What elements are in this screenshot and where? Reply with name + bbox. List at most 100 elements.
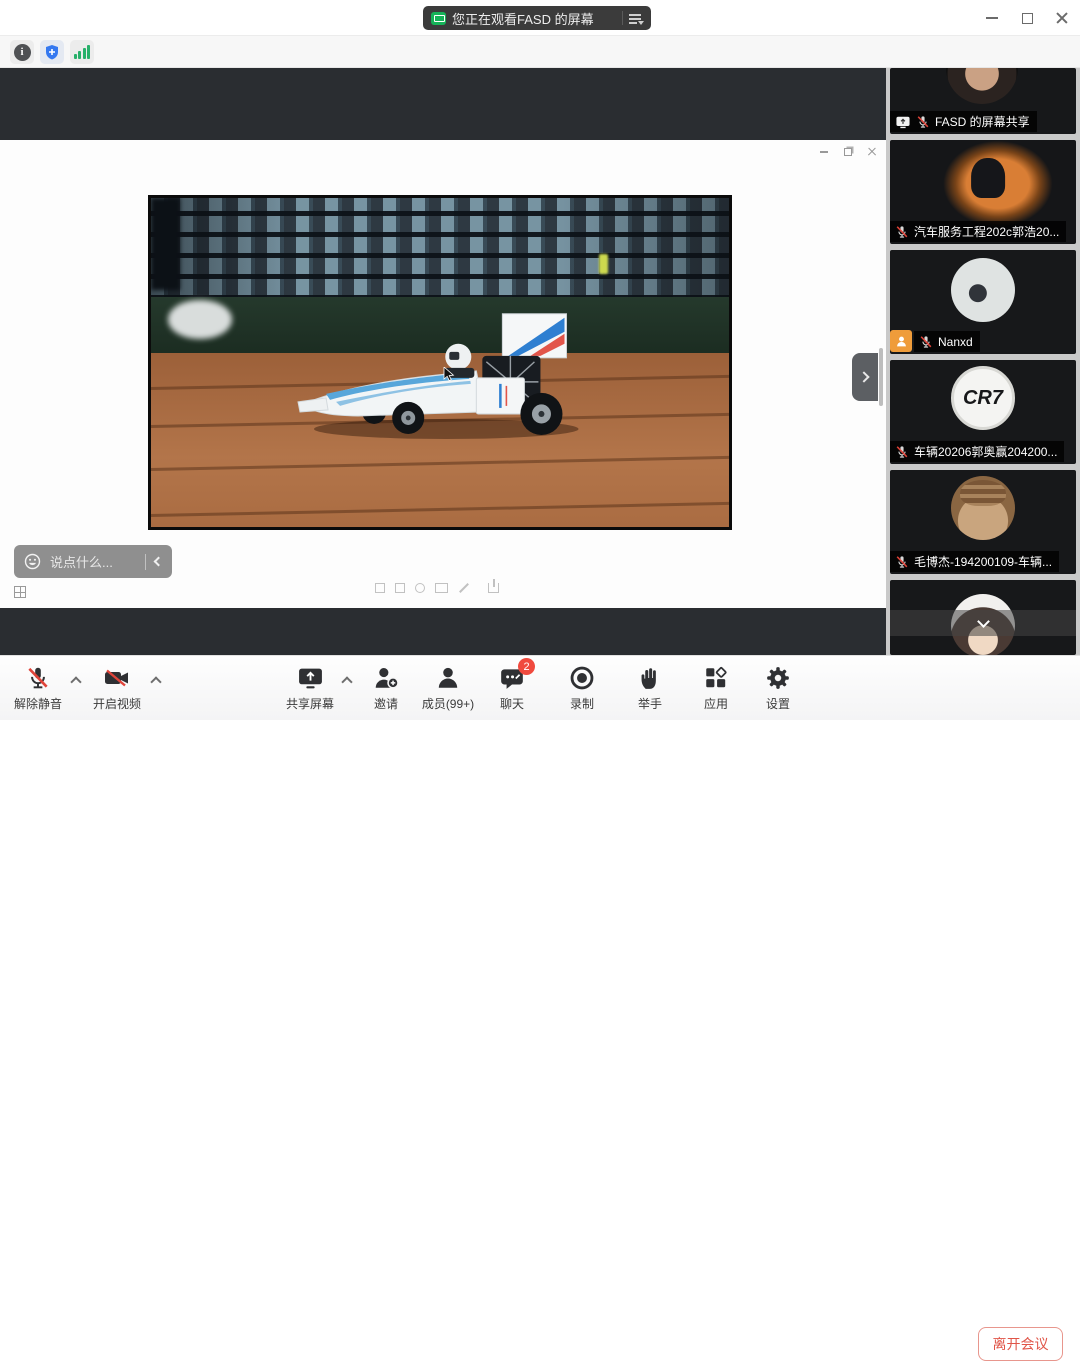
control-bar: 解除静音 开启视频 共享屏幕 — [0, 655, 1080, 720]
inner-close-button[interactable] — [862, 144, 882, 160]
share-screen-icon — [297, 665, 324, 691]
participant-name-tag: Nanxd — [914, 331, 980, 352]
guest-user-badge — [890, 330, 912, 352]
save-tool-icon[interactable] — [488, 583, 499, 593]
participant-name: 汽车服务工程202c郭浩20... — [914, 223, 1059, 240]
shared-video-frame[interactable] — [148, 195, 732, 530]
leave-meeting-button[interactable]: 离开会议 — [978, 1327, 1063, 1361]
collapse-sidebar-tab[interactable] — [852, 353, 878, 401]
unmute-button[interactable]: 解除静音 — [0, 664, 76, 712]
pen-tool-icon[interactable] — [459, 583, 469, 593]
mic-muted-icon — [25, 665, 51, 691]
participant-name: FASD 的屏幕共享 — [935, 113, 1030, 130]
shared-content-canvas: 说点什么... — [0, 140, 886, 608]
share-screen-button[interactable]: 共享屏幕 — [272, 664, 348, 712]
button-label: 解除静音 — [14, 695, 62, 712]
inner-minimize-button[interactable] — [814, 144, 834, 160]
divider — [622, 11, 623, 25]
participant-name-tag: 毛博杰-194200109-车辆... — [890, 551, 1059, 572]
minimize-icon — [820, 151, 828, 153]
tool-icon[interactable] — [415, 583, 425, 593]
quick-chat-bubble[interactable]: 说点什么... — [14, 545, 172, 578]
signal-bars-icon — [74, 45, 91, 59]
participant-tile[interactable]: CR7 车辆20206郭奥赢204200... — [890, 360, 1076, 464]
participant-tile[interactable]: FASD 的屏幕共享 — [890, 68, 1076, 134]
participant-tile[interactable] — [890, 580, 1076, 655]
button-label: 应用 — [704, 695, 728, 712]
video-person-silhouette — [971, 158, 1005, 198]
collapse-chat-icon[interactable] — [154, 557, 164, 567]
divider — [145, 554, 146, 570]
raise-hand-button[interactable]: 举手 — [612, 664, 688, 712]
camera-muted-icon — [103, 665, 131, 691]
tool-icon[interactable] — [435, 583, 448, 593]
minimize-button[interactable] — [974, 0, 1010, 36]
mic-muted-icon — [895, 225, 909, 239]
button-label: 开启视频 — [93, 695, 141, 712]
participant-name: Nanxd — [938, 335, 973, 349]
person-icon — [895, 335, 908, 348]
info-icon: i — [14, 44, 31, 61]
screen-sharing-icon — [895, 115, 911, 129]
participant-name-tag: FASD 的屏幕共享 — [890, 111, 1037, 132]
button-label: 成员(99+) — [422, 695, 474, 712]
grid-view-icon[interactable] — [14, 586, 26, 598]
participant-name-tag: 汽车服务工程202c郭浩20... — [890, 221, 1066, 242]
shield-plus-icon — [44, 44, 60, 60]
record-button[interactable]: 录制 — [544, 664, 620, 712]
banner-menu-icon[interactable] — [629, 12, 643, 24]
close-icon — [1056, 12, 1068, 24]
mic-muted-icon — [895, 445, 909, 459]
start-video-button[interactable]: 开启视频 — [79, 664, 155, 712]
button-label: 聊天 — [500, 695, 524, 712]
inner-restore-button[interactable] — [838, 144, 858, 160]
raise-hand-icon — [637, 665, 663, 691]
network-status-button[interactable] — [70, 40, 94, 64]
chevron-right-icon — [858, 371, 869, 382]
spectator-silhouette — [151, 198, 180, 290]
scroll-more-indicator[interactable] — [890, 610, 1076, 636]
chat-unread-badge: 2 — [518, 658, 535, 675]
shared-screen-top-letterbox — [0, 68, 886, 140]
annotation-toolbar[interactable] — [375, 583, 499, 593]
maximize-button[interactable] — [1009, 0, 1045, 36]
avatar — [951, 476, 1015, 540]
distant-person — [599, 254, 608, 274]
close-button[interactable] — [1044, 0, 1080, 36]
gear-icon — [765, 665, 791, 691]
scrollbar[interactable] — [879, 348, 883, 406]
tool-icon[interactable] — [395, 583, 405, 593]
shared-screen-region: 说点什么... — [0, 68, 886, 655]
participant-name: 毛博杰-194200109-车辆... — [914, 553, 1052, 570]
night-building-backdrop — [151, 198, 729, 300]
chat-button[interactable]: 2 聊天 — [474, 664, 550, 712]
invite-person-icon — [373, 665, 399, 691]
minimize-icon — [986, 17, 998, 19]
meeting-window: 您正在观看FASD 的屏幕 i 07:18 演讲者视图 — [0, 0, 1080, 720]
watching-banner[interactable]: 您正在观看FASD 的屏幕 — [423, 6, 651, 30]
meeting-info-button[interactable]: i — [10, 40, 34, 64]
button-label: 举手 — [638, 695, 662, 712]
button-label: 录制 — [570, 695, 594, 712]
restore-icon — [844, 148, 852, 156]
security-button[interactable] — [40, 40, 64, 64]
titlebar: 您正在观看FASD 的屏幕 — [0, 0, 1080, 36]
participant-tile[interactable]: Nanxd — [890, 250, 1076, 354]
watching-title: 您正在观看FASD 的屏幕 — [452, 9, 594, 28]
button-label: 共享屏幕 — [286, 695, 334, 712]
tool-icon[interactable] — [375, 583, 385, 593]
participant-name: 车辆20206郭奥赢204200... — [914, 443, 1057, 460]
settings-button[interactable]: 设置 — [740, 664, 816, 712]
participant-name-tag: 车辆20206郭奥赢204200... — [890, 441, 1064, 462]
participant-tile[interactable]: 毛博杰-194200109-车辆... — [890, 470, 1076, 574]
members-icon — [435, 665, 461, 691]
avatar-text: CR7 — [963, 387, 1003, 410]
mic-muted-icon — [916, 115, 930, 129]
chat-input[interactable]: 说点什么... — [50, 552, 136, 571]
button-label: 邀请 — [374, 695, 398, 712]
apps-grid-icon — [703, 665, 729, 691]
participant-tile[interactable]: 汽车服务工程202c郭浩20... — [890, 140, 1076, 244]
mouse-cursor — [443, 367, 456, 383]
white-blur-object — [168, 300, 232, 339]
avatar — [946, 68, 1018, 104]
